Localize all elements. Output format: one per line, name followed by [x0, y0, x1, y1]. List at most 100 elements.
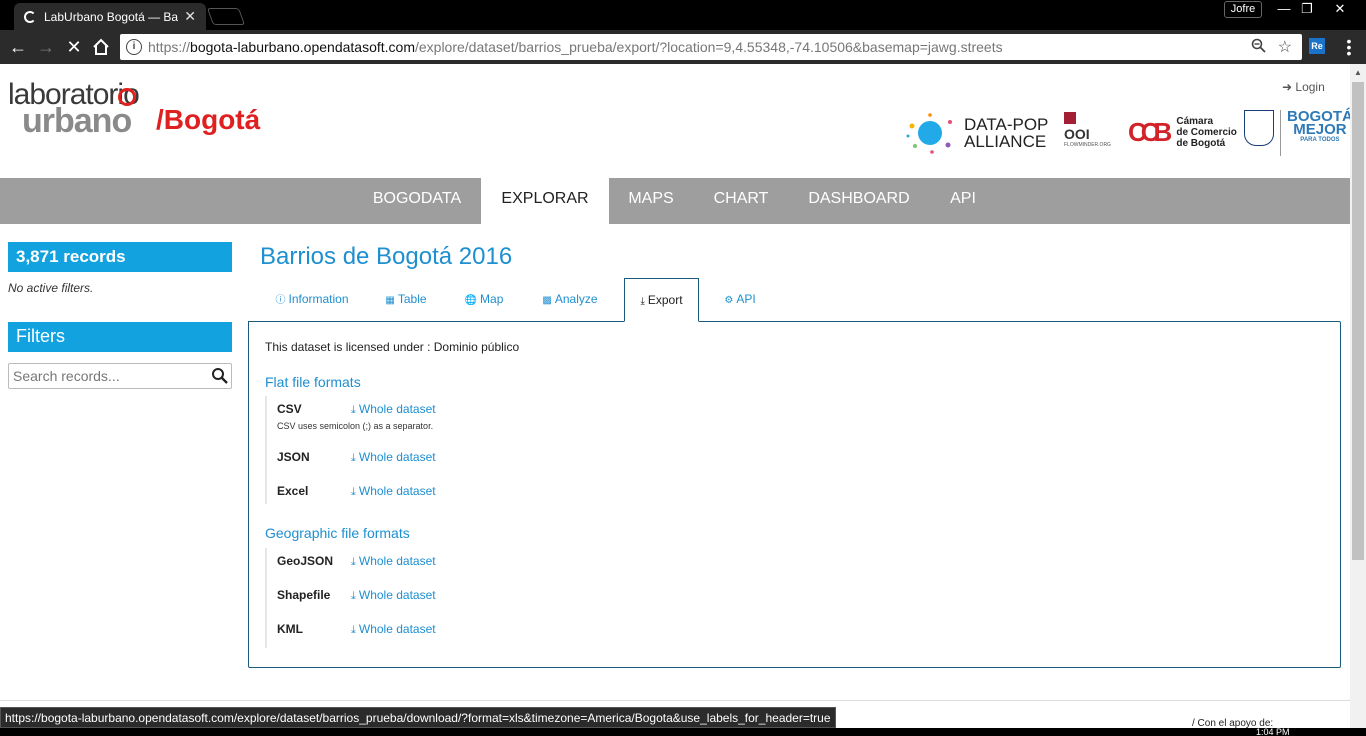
nav-bogodata[interactable]: BOGODATA: [353, 178, 481, 224]
search-icon[interactable]: [211, 367, 229, 385]
nav-dashboard[interactable]: DASHBOARD: [789, 178, 929, 224]
logo-line2: urbano: [22, 102, 132, 140]
browser-menu-icon[interactable]: • • •: [1344, 34, 1354, 60]
format-name: GeoJSON: [277, 554, 334, 568]
geojson-download-link[interactable]: ⤓ Whole dataset: [351, 554, 436, 569]
link-label: Whole dataset: [358, 622, 436, 636]
tab-information-label: Information: [288, 292, 349, 306]
download-icon: ⤓: [351, 404, 356, 416]
records-count: 3,871 records: [8, 242, 232, 272]
logo-separator: [1280, 110, 1281, 156]
ccb-mark-icon: CCB: [1128, 116, 1172, 147]
home-icon[interactable]: [89, 35, 113, 59]
dataset-tabs: ⓘ Information ▦ Table 🌐 Map ▩ Analyze ⤓ Expor…: [248, 278, 1341, 322]
gears-icon: ⚙: [724, 295, 734, 306]
info-circle-icon: ⓘ: [275, 295, 286, 306]
ccb-text: Cámara de Comercio de Bogotá: [1176, 115, 1237, 149]
format-name: Shapefile: [277, 588, 331, 602]
camara-comercio-logo: CCB Cámara de Comercio de Bogotá: [1128, 112, 1237, 152]
bogota-mejor-text: BOGOTÁ MEJOR PARA TODOS: [1287, 109, 1350, 156]
download-icon: ⤓: [351, 452, 356, 464]
bar-chart-icon: ▩: [542, 295, 552, 306]
url-scheme: https://: [148, 39, 191, 55]
format-row-shapefile: Shapefile ⤓ Whole dataset: [267, 582, 565, 616]
format-row-json: JSON ⤓ Whole dataset: [267, 444, 565, 478]
browser-toolbar: ← → ✕ i https://bogota-laburbano.opendat…: [0, 30, 1366, 64]
harvard-flowminder-logo: OOI FLOWMINDER.ORG: [1064, 112, 1111, 148]
download-icon: ⤓: [351, 556, 356, 568]
shapefile-download-link[interactable]: ⤓ Whole dataset: [351, 588, 436, 603]
kml-download-link[interactable]: ⤓ Whole dataset: [351, 622, 436, 637]
download-icon: ⤓: [351, 590, 356, 602]
link-label: Whole dataset: [358, 588, 436, 602]
csv-separator-note: CSV uses semicolon (;) as a separator.: [277, 421, 434, 431]
tab-export[interactable]: ⤓ Export: [624, 278, 699, 322]
sponsor-logos: DATA-POP ALLIANCE OOI FLOWMINDER.ORG CCB …: [906, 108, 1350, 158]
nav-api[interactable]: API: [929, 178, 997, 224]
site-info-icon[interactable]: i: [126, 39, 142, 55]
download-icon: ⤓: [351, 486, 356, 498]
geo-formats-title: Geographic file formats: [265, 525, 410, 541]
tab-table[interactable]: ▦ Table: [372, 278, 440, 322]
stop-icon[interactable]: ✕: [62, 35, 86, 59]
format-name: CSV: [277, 402, 302, 416]
download-icon: ⤓: [351, 624, 356, 636]
dataset-title: Barrios de Bogotá 2016: [260, 243, 513, 270]
extension-icon[interactable]: Re: [1309, 38, 1325, 54]
link-label: Whole dataset: [358, 402, 436, 416]
browser-tab[interactable]: LabUrbano Bogotá — Ba ✕: [14, 3, 206, 30]
nav-chart[interactable]: CHART: [693, 178, 789, 224]
format-name: Excel: [277, 484, 309, 498]
scroll-up-arrow-icon[interactable]: ▲: [1354, 68, 1362, 77]
laburbano-logo[interactable]: laboratorio urbano /Bogotá: [8, 78, 278, 140]
format-row-geojson: GeoJSON ⤓ Whole dataset: [267, 548, 565, 582]
search-input[interactable]: [9, 364, 209, 388]
profile-button[interactable]: Jofre: [1224, 1, 1262, 18]
json-download-link[interactable]: ⤓ Whole dataset: [351, 450, 436, 465]
download-icon: ⤓: [640, 296, 645, 307]
login-icon: ➜: [1282, 80, 1293, 94]
tab-map[interactable]: 🌐 Map: [454, 278, 514, 322]
tab-information[interactable]: ⓘ Information: [262, 278, 362, 322]
login-link[interactable]: ➜ Login: [1282, 80, 1325, 94]
format-row-excel: Excel ⤓ Whole dataset: [267, 478, 565, 512]
address-bar[interactable]: i https://bogota-laburbano.opendatasoft.…: [120, 34, 1302, 60]
url-host: bogota-laburbano.opendatasoft.com: [190, 39, 415, 55]
format-row-csv: CSV ⤓ Whole dataset CSV uses semicolon (;…: [267, 396, 565, 444]
back-arrow-icon[interactable]: ←: [6, 35, 30, 59]
search-box: [8, 363, 232, 389]
link-label: Whole dataset: [358, 450, 436, 464]
tab-analyze[interactable]: ▩ Analyze: [528, 278, 612, 322]
excel-download-link[interactable]: ⤓ Whole dataset: [351, 484, 436, 499]
forward-arrow-icon[interactable]: →: [34, 35, 58, 59]
harvard-shield-icon: [1064, 112, 1076, 124]
datapop-logo-icon: [906, 113, 952, 154]
link-label: Whole dataset: [358, 484, 436, 498]
csv-download-link[interactable]: ⤓ Whole dataset: [351, 402, 436, 417]
bookmark-star-icon[interactable]: ☆: [1278, 37, 1292, 57]
flowminder-text: FLOWMINDER.ORG: [1064, 142, 1111, 148]
window-close-button[interactable]: ✕: [1326, 0, 1354, 18]
format-name: JSON: [277, 450, 310, 464]
flat-formats-title: Flat file formats: [265, 374, 361, 390]
restore-button[interactable]: ❐: [1293, 0, 1321, 18]
tab-analyze-label: Analyze: [554, 292, 598, 306]
tab-table-label: Table: [397, 292, 427, 306]
os-taskbar: 1:04 PM: [0, 728, 1366, 736]
main-navigation: BOGODATA EXPLORAR MAPS CHART DASHBOARD A…: [0, 178, 1350, 224]
flat-formats-list: CSV ⤓ Whole dataset CSV uses semicolon (;…: [265, 396, 565, 504]
logo-city: /Bogotá: [156, 104, 261, 135]
table-icon: ▦: [385, 295, 395, 306]
tab-api[interactable]: ⚙ API: [714, 278, 766, 322]
license-text: This dataset is licensed under : Dominio…: [265, 340, 520, 354]
tab-map-label: Map: [480, 292, 504, 306]
zoom-icon[interactable]: [1251, 38, 1266, 57]
tab-close-icon[interactable]: ✕: [184, 8, 196, 25]
status-bar-url: https://bogota-laburbano.opendatasoft.co…: [0, 707, 836, 728]
page-scrollbar[interactable]: ▲: [1350, 64, 1366, 736]
new-tab-button[interactable]: [206, 8, 246, 25]
nav-explorar[interactable]: EXPLORAR: [481, 178, 609, 224]
scrollbar-thumb[interactable]: [1352, 82, 1364, 560]
datapop-text: DATA-POP ALLIANCE: [964, 115, 1049, 151]
nav-maps[interactable]: MAPS: [609, 178, 693, 224]
